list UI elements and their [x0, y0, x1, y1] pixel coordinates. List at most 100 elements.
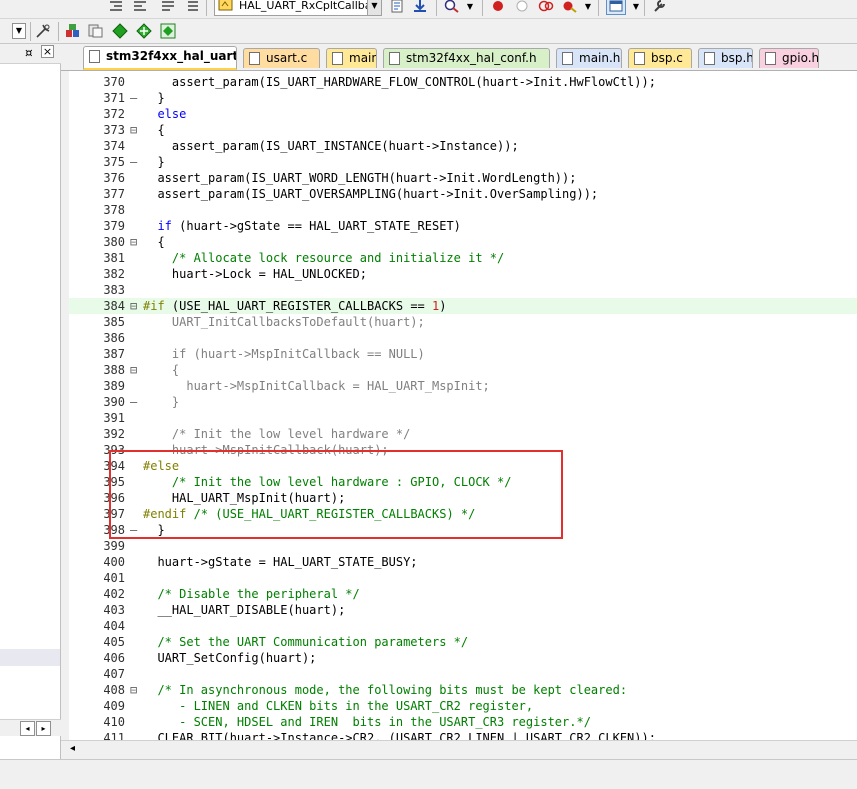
breakpoint-kill-icon[interactable]: [538, 0, 554, 14]
code-line[interactable]: 389 huart->MspInitCallback = HAL_UART_Ms…: [69, 378, 857, 394]
code-line[interactable]: 410 - SCEN, HDSEL and IREN bits in the U…: [69, 714, 857, 730]
code-line[interactable]: 408 ⊟ /* In asynchronous mode, the follow…: [69, 682, 857, 698]
code-line[interactable]: 399: [69, 538, 857, 554]
code-text: assert_param(IS_UART_OVERSAMPLING(huart-…: [143, 187, 599, 201]
file-extensions-icon[interactable]: [88, 23, 104, 39]
code-line[interactable]: 384 ⊟ #if (USE_HAL_UART_REGISTER_CALLBACKS…: [69, 298, 857, 314]
close-icon[interactable]: ×: [41, 45, 54, 58]
tab-6[interactable]: bsp.h: [698, 48, 753, 68]
code-line[interactable]: 370 assert_param(IS_UART_HARDWARE_FLOW_C…: [69, 74, 857, 90]
tab-1[interactable]: usart.c: [243, 48, 320, 68]
uncomment-icon[interactable]: [184, 0, 200, 14]
editor-gutter: [61, 71, 69, 740]
fold-marker-icon[interactable]: –: [130, 394, 140, 410]
batch-build-icon[interactable]: [160, 23, 176, 39]
tab-label: bsp.c: [651, 51, 683, 65]
code-line[interactable]: 406 UART_SetConfig(huart);: [69, 650, 857, 666]
fold-marker-icon: [130, 218, 140, 234]
code-line[interactable]: 378: [69, 202, 857, 218]
wrench-icon[interactable]: [652, 0, 668, 14]
fold-marker-icon: [130, 250, 140, 266]
code-line[interactable]: 404: [69, 618, 857, 634]
code-line[interactable]: 382 huart->Lock = HAL_UNLOCKED;: [69, 266, 857, 282]
fold-marker-icon[interactable]: ⊟: [130, 362, 140, 378]
code-line[interactable]: 391: [69, 410, 857, 426]
breakpoint-disabled-icon[interactable]: [514, 0, 530, 14]
tab-0[interactable]: stm32f4xx_hal_uart.c: [83, 46, 237, 70]
code-line[interactable]: 375– }: [69, 154, 857, 170]
function-combo[interactable]: HAL_UART_RxCpltCallbac ▼: [214, 0, 382, 16]
code-line[interactable]: 388 ⊟ {: [69, 362, 857, 378]
target-dropdown[interactable]: ▼: [12, 23, 26, 39]
code-line[interactable]: 411 CLEAR_BIT(huart->Instance->CR2, (USA…: [69, 730, 857, 740]
options-icon[interactable]: [35, 23, 51, 39]
code-line[interactable]: 373 ⊟ {: [69, 122, 857, 138]
code-line[interactable]: 400 huart->gState = HAL_UART_STATE_BUSY;: [69, 554, 857, 570]
project-tree-selection[interactable]: [0, 649, 60, 666]
code-line[interactable]: 392 /* Init the low level hardware */: [69, 426, 857, 442]
code-line[interactable]: 387 if (huart->MspInitCallback == NULL): [69, 346, 857, 362]
comment-icon[interactable]: [160, 0, 176, 14]
code-line[interactable]: 390– }: [69, 394, 857, 410]
tab-2[interactable]: main.c: [326, 48, 377, 68]
tab-3[interactable]: stm32f4xx_hal_conf.h: [383, 48, 550, 68]
chevron-down-icon[interactable]: ▼: [462, 0, 478, 14]
code-line[interactable]: 383: [69, 282, 857, 298]
code-line[interactable]: 401: [69, 570, 857, 586]
scroll-left-icon[interactable]: ◂: [20, 721, 35, 736]
tab-5[interactable]: bsp.c: [628, 48, 692, 68]
breakpoint-icon[interactable]: [490, 0, 506, 14]
tab-label: gpio.h: [782, 51, 819, 65]
rebuild-icon[interactable]: [136, 23, 152, 39]
code-line[interactable]: 381 /* Allocate lock resource and initia…: [69, 250, 857, 266]
chevron-down-icon[interactable]: ▼: [628, 0, 644, 14]
code-line[interactable]: 374 assert_param(IS_UART_INSTANCE(huart-…: [69, 138, 857, 154]
indent-icon[interactable]: [108, 0, 124, 14]
code-line[interactable]: 407: [69, 666, 857, 682]
code-line[interactable]: 376 assert_param(IS_UART_WORD_LENGTH(hua…: [69, 170, 857, 186]
tab-7[interactable]: gpio.h: [759, 48, 819, 68]
window-icon[interactable]: [606, 0, 626, 15]
fold-marker-icon: [130, 554, 140, 570]
code-line[interactable]: 377 assert_param(IS_UART_OVERSAMPLING(hu…: [69, 186, 857, 202]
code-line[interactable]: 385 UART_InitCallbacksToDefault(huart);: [69, 314, 857, 330]
line-number: 376: [103, 171, 125, 185]
code-line[interactable]: 405 /* Set the UART Communication parame…: [69, 634, 857, 650]
code-line[interactable]: 371– }: [69, 90, 857, 106]
project-hscroll[interactable]: ◂ ▸: [0, 719, 61, 736]
code-line[interactable]: 386: [69, 330, 857, 346]
fold-marker-icon[interactable]: –: [130, 154, 140, 170]
chevron-down-icon[interactable]: ▼: [580, 0, 596, 14]
fold-marker-icon[interactable]: ⊟: [130, 234, 140, 250]
fold-marker-icon: [130, 538, 140, 554]
code-editor[interactable]: 370 assert_param(IS_UART_HARDWARE_FLOW_C…: [61, 70, 857, 740]
code-text: huart->gState = HAL_UART_STATE_BUSY;: [143, 555, 418, 569]
code-line[interactable]: 409 - LINEN and CLKEN bits in the USART_…: [69, 698, 857, 714]
chevron-down-icon[interactable]: ▼: [367, 0, 381, 15]
fold-marker-icon[interactable]: –: [130, 90, 140, 106]
code-line[interactable]: 372 else: [69, 106, 857, 122]
code-line[interactable]: 379 if (huart->gState == HAL_UART_STATE_…: [69, 218, 857, 234]
code-text: __HAL_UART_DISABLE(huart);: [143, 603, 346, 617]
find-in-files-icon[interactable]: [390, 0, 406, 14]
search-icon[interactable]: [444, 0, 460, 14]
code-line[interactable]: 403 __HAL_UART_DISABLE(huart);: [69, 602, 857, 618]
scroll-right-icon[interactable]: ▸: [36, 721, 51, 736]
fold-marker-icon[interactable]: ⊟: [130, 122, 140, 138]
build-icon[interactable]: [112, 23, 128, 39]
file-icon: [332, 52, 343, 65]
debug-icon[interactable]: [562, 0, 578, 14]
editor-hscroll[interactable]: ◂: [61, 740, 857, 757]
code-line[interactable]: 402 /* Disable the peripheral */: [69, 586, 857, 602]
code-token: #if: [143, 299, 165, 313]
scroll-left-icon[interactable]: ◂: [65, 742, 80, 757]
unindent-icon[interactable]: [132, 0, 148, 14]
fold-marker-icon[interactable]: ⊟: [130, 298, 140, 314]
download-icon[interactable]: [412, 0, 428, 14]
fold-marker-icon[interactable]: ⊟: [130, 682, 140, 698]
tab-4[interactable]: main.h: [556, 48, 622, 68]
code-line[interactable]: 380 ⊟ {: [69, 234, 857, 250]
pin-icon[interactable]: ¤: [25, 46, 33, 60]
manage-project-icon[interactable]: [65, 23, 81, 39]
